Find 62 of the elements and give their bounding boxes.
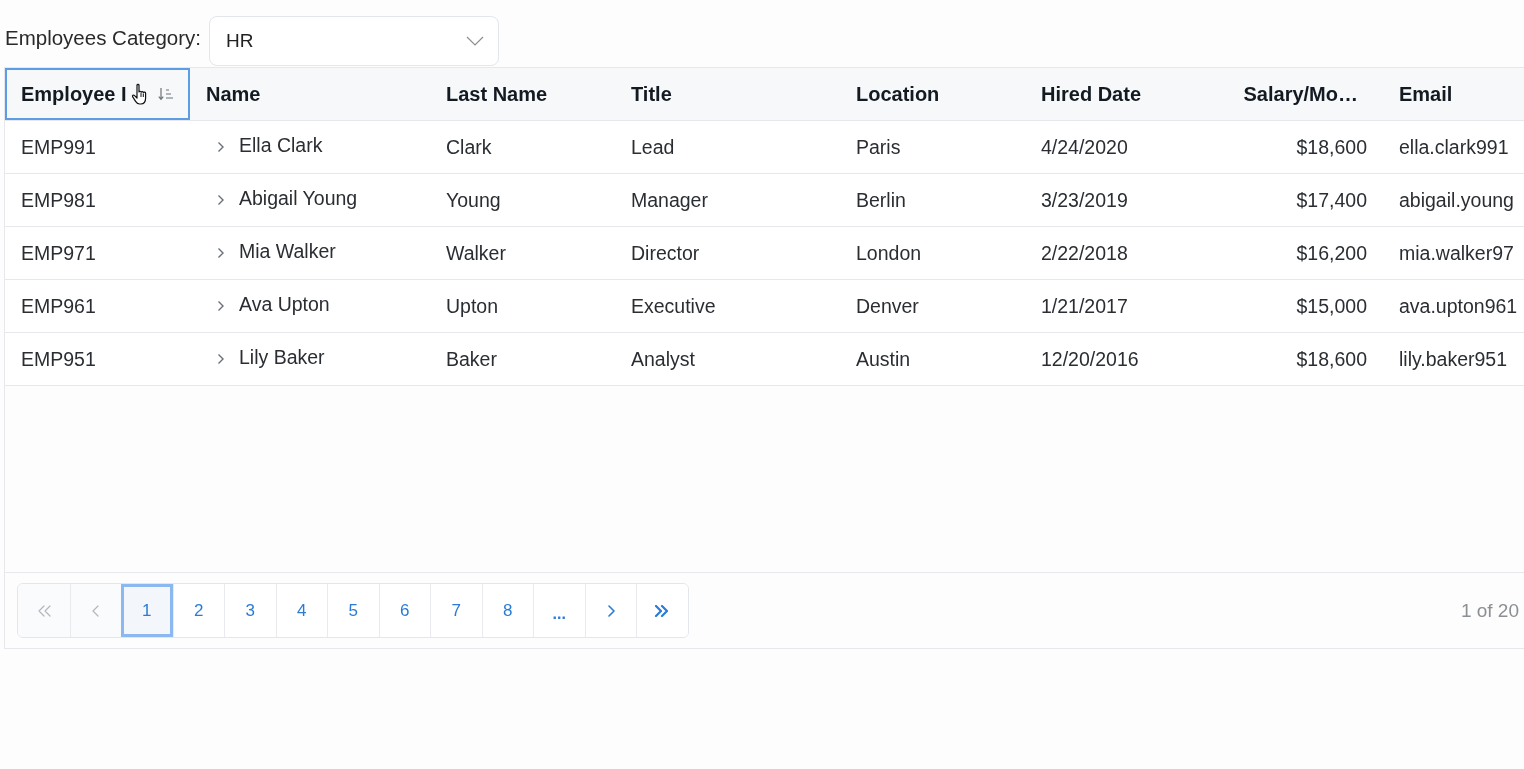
table-cell-text: Young [445, 187, 502, 213]
sort-icon[interactable] [157, 87, 173, 101]
double-chevron-right-icon [654, 604, 671, 617]
table-cell-text: Executive [630, 293, 717, 319]
table-cell-text: Walker [445, 240, 507, 266]
table-cell-text: ava.upton961 [1398, 293, 1519, 319]
table-cell-text: 4/24/2020 [1040, 134, 1129, 160]
page-button[interactable]: 1 [121, 584, 173, 637]
page-summary: 1 of 20 [1460, 599, 1519, 622]
table-cell: Abigail Young [239, 186, 358, 210]
column-header[interactable]: Hired Date [1025, 68, 1210, 120]
last-page-button[interactable] [636, 584, 688, 637]
table-cell-text: Manager [630, 187, 709, 213]
category-label: Employees Category: [5, 26, 201, 50]
table-cell-text: Clark [445, 134, 493, 160]
chevron-right-icon[interactable] [217, 247, 225, 259]
table-cell-text: EMP991 [20, 134, 97, 160]
column-header[interactable]: Location [840, 68, 1025, 120]
table-cell: Mia Walker [239, 239, 336, 263]
table-cell-text: ella.clark991 [1398, 134, 1510, 160]
table-cell-text: $18,600 [1295, 134, 1368, 160]
table-cell: Ella Clark [239, 133, 323, 157]
table-cell-text: 2/22/2018 [1040, 240, 1129, 266]
table-cell-text: 1/21/2017 [1040, 293, 1129, 319]
column-header[interactable]: Salary/Mo… [1210, 68, 1383, 120]
column-header[interactable]: Name [190, 68, 430, 120]
table-cell-text: lily.baker951 [1398, 346, 1509, 372]
category-dropdown[interactable]: HR [209, 16, 499, 66]
table-cell-text: Berlin [855, 187, 907, 213]
table-cell-text: EMP971 [20, 240, 97, 266]
hand-cursor-icon [130, 83, 149, 105]
table-cell-text: Analyst [630, 346, 696, 372]
table-cell-text: Austin [855, 346, 912, 372]
column-header[interactable]: Title [615, 68, 840, 120]
column-header[interactable]: Employee I [5, 68, 190, 120]
table-cell-text: $15,000 [1295, 293, 1368, 319]
column-header[interactable]: Last Name [430, 68, 615, 120]
table-cell-text: $17,400 [1295, 187, 1368, 213]
chevron-right-icon[interactable] [217, 194, 225, 206]
table-cell-text: EMP951 [20, 346, 97, 372]
table-cell-text: Baker [445, 346, 498, 372]
table-cell-text: $18,600 [1295, 346, 1368, 372]
table-cell-text: 12/20/2016 [1040, 346, 1140, 372]
table-cell-text: mia.walker97 [1398, 240, 1515, 266]
table-cell-text: Paris [855, 134, 902, 160]
chevron-right-icon[interactable] [217, 353, 225, 365]
column-header[interactable]: Email [1383, 68, 1524, 120]
table-cell-text: Lead [630, 134, 676, 160]
table-cell-text: Denver [855, 293, 920, 319]
chevron-right-icon[interactable] [217, 141, 225, 153]
table-cell: Ava Upton [239, 292, 330, 316]
table-cell-text: EMP981 [20, 187, 97, 213]
table-cell-text: 3/23/2019 [1040, 187, 1129, 213]
chevron-down-icon [466, 36, 484, 46]
chevron-right-icon[interactable] [217, 300, 225, 312]
table-cell-text: Upton [445, 293, 500, 319]
table-cell-text: EMP961 [20, 293, 97, 319]
table-cell-text: abigail.young [1398, 187, 1515, 213]
table-cell-text: London [855, 240, 923, 266]
table-cell: Lily Baker [239, 345, 325, 369]
table-cell-text: $16,200 [1295, 240, 1368, 266]
table-cell-text: Director [630, 240, 701, 266]
